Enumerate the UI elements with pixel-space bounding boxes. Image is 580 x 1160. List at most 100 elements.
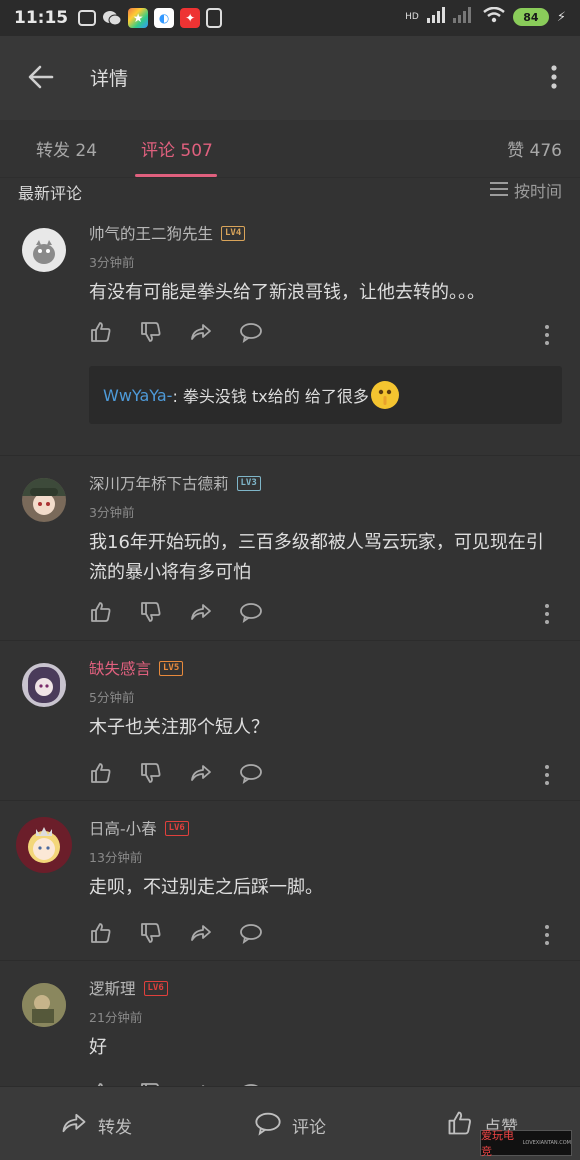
tab-likes[interactable]: 赞 476 (507, 136, 562, 161)
comment-text: 我16年开始玩的，三百多级都被人骂云玩家，可见现在引流的暴小将有多可怕 (89, 532, 544, 583)
comment-actions (89, 761, 263, 787)
comment-item: 深川万年桥下古德莉 LV3 3分钟前 我16年开始玩的，三百多级都被人骂云玩家，… (0, 456, 580, 641)
latest-comments-label: 最新评论 (18, 184, 83, 203)
reply-text: : 拳头没钱 tx给的 给了很多 (172, 387, 369, 406)
bottom-action-bar: 转发 评论 点赞 爱玩电竞 LOVEXIANTAN.COM (0, 1086, 580, 1160)
app-header: 详情 (0, 36, 580, 120)
level-badge: LV6 (143, 980, 168, 996)
network-label: HD (405, 12, 419, 22)
more-options-icon[interactable] (550, 64, 558, 90)
thumbs-up-icon[interactable] (89, 921, 113, 945)
wechat-icon (102, 8, 122, 28)
avatar[interactable] (16, 817, 72, 873)
thumbs-up-icon[interactable] (89, 600, 113, 624)
thumbs-down-icon[interactable] (139, 320, 163, 344)
username-text: 帅气的王二狗先生 (89, 225, 214, 243)
username-text: 缺失感言 (89, 660, 152, 678)
comment-time: 5分钟前 (89, 690, 135, 705)
share-icon[interactable] (189, 921, 213, 945)
level-badge: LV4 (221, 225, 246, 241)
watermark-text: 爱玩电竞 (481, 1129, 514, 1158)
active-tab-indicator (135, 174, 217, 177)
comment-username[interactable]: 缺失感言 LV5 (89, 657, 184, 679)
comment-more-icon[interactable] (544, 324, 550, 346)
avatar[interactable] (22, 478, 66, 522)
sort-list-icon (489, 181, 508, 200)
comment-username[interactable]: 逻斯理 LV6 (89, 977, 168, 999)
avatar[interactable] (22, 663, 66, 707)
watermark-sub: LOVEXIANTAN.COM (522, 1140, 571, 1146)
signal-weak-icon (452, 7, 475, 27)
wifi-icon (483, 6, 505, 27)
status-right: HD 84 ⚡ (405, 6, 566, 27)
bilibili-icon (78, 10, 97, 26)
comment-icon (254, 1109, 282, 1142)
comment-more-icon[interactable] (544, 603, 550, 625)
reply-icon[interactable] (239, 320, 263, 344)
document-app-icon (206, 8, 223, 28)
comment-text: 木子也关注那个短人？ (89, 717, 269, 738)
reply-icon[interactable] (239, 921, 263, 945)
tab-repost[interactable]: 转发 24 (36, 136, 97, 161)
sort-label: 按时间 (513, 182, 562, 201)
level-badge: LV3 (236, 475, 261, 491)
star-app-icon: ★ (128, 8, 149, 28)
level-badge: LV6 (164, 820, 189, 836)
thumbs-up-icon[interactable] (89, 761, 113, 785)
comment-item: 逻斯理 LV6 21分钟前 好 (0, 961, 580, 1086)
site-watermark: 爱玩电竞 LOVEXIANTAN.COM (480, 1129, 572, 1158)
comment-actions (89, 320, 263, 346)
comment-time: 21分钟前 (89, 1010, 143, 1025)
comment-item: 日高-小春 LV6 13分钟前 走呗，不过别走之后踩一脚。 (0, 801, 580, 961)
reply-username[interactable]: WwYaYa- (103, 386, 172, 405)
sort-by-time-button[interactable]: 按时间 (489, 178, 562, 202)
comment-button[interactable]: 评论 (254, 1109, 326, 1142)
comment-username[interactable]: 帅气的王二狗先生 LV4 (89, 222, 246, 244)
thumbs-down-icon[interactable] (139, 761, 163, 785)
comment-text: 走呗，不过别走之后踩一脚。 (89, 877, 323, 898)
page-title: 详情 (90, 68, 129, 90)
thumbs-down-icon[interactable] (139, 921, 163, 945)
comment-more-icon[interactable] (544, 924, 550, 946)
share-icon (60, 1109, 88, 1142)
comment-item: 缺失感言 LV5 5分钟前 木子也关注那个短人？ (0, 641, 580, 801)
tab-comments[interactable]: 评论 507 (141, 136, 213, 161)
repost-button[interactable]: 转发 (60, 1109, 132, 1142)
status-time: 11:15 (14, 8, 69, 28)
comment-actions (89, 600, 263, 626)
reply-icon[interactable] (239, 600, 263, 624)
battery-indicator: 84 (512, 8, 549, 26)
comment-time: 3分钟前 (89, 505, 135, 520)
thumbs-up-icon (446, 1109, 474, 1142)
thumbs-up-icon[interactable] (89, 320, 113, 344)
share-icon[interactable] (189, 320, 213, 344)
repost-label: 转发 (98, 1118, 132, 1138)
status-bar: 11:15 ★ ◐ ✦ HD 84 ⚡ (0, 0, 580, 36)
back-arrow-icon[interactable] (26, 62, 56, 92)
comment-username[interactable]: 日高-小春 LV6 (89, 817, 189, 839)
username-text: 深川万年桥下古德莉 (89, 475, 229, 493)
signal-icon (426, 7, 445, 27)
avatar[interactable] (22, 228, 66, 272)
comment-item: 帅气的王二狗先生 LV4 3分钟前 有没有可能是拳头给了新浪哥钱，让他去转的。。… (0, 206, 580, 456)
avatar[interactable] (22, 983, 66, 1027)
charging-icon: ⚡ (556, 9, 566, 25)
reply-preview[interactable]: WwYaYa- : 拳头没钱 tx给的 给了很多 (89, 366, 562, 424)
reply-icon[interactable] (239, 761, 263, 785)
level-badge: LV5 (159, 660, 184, 676)
shush-emoji-icon (370, 381, 399, 409)
comment-text: 有没有可能是拳头给了新浪哥钱，让他去转的。。。 (89, 282, 485, 303)
share-icon[interactable] (189, 761, 213, 785)
comment-actions (89, 921, 263, 947)
comment-more-icon[interactable] (544, 764, 550, 786)
comments-section-header: 最新评论 按时间 (0, 178, 580, 206)
comment-list: 帅气的王二狗先生 LV4 3分钟前 有没有可能是拳头给了新浪哥钱，让他去转的。。… (0, 206, 580, 1086)
comment-time: 3分钟前 (89, 255, 135, 270)
username-text: 日高-小春 (89, 820, 157, 838)
comment-username[interactable]: 深川万年桥下古德莉 LV3 (89, 472, 261, 494)
browser-app-icon: ◐ (154, 8, 175, 28)
comment-time: 13分钟前 (89, 850, 143, 865)
share-icon[interactable] (189, 600, 213, 624)
thumbs-down-icon[interactable] (139, 600, 163, 624)
weibo-app-icon: ✦ (180, 8, 201, 28)
